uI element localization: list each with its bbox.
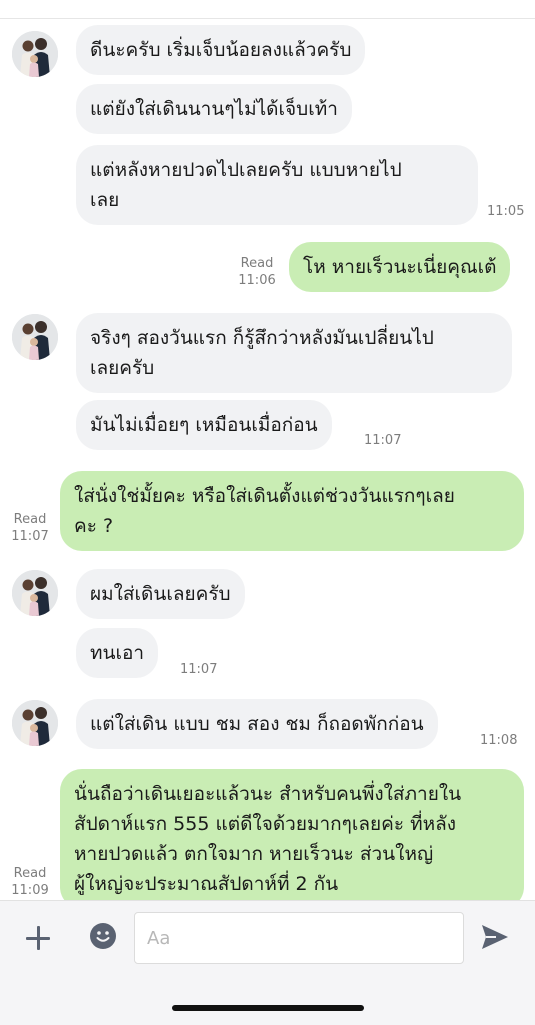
message-time: 11:07 <box>364 433 402 448</box>
outgoing-message[interactable]: ใส่นั่งใช่มั้ยคะ หรือใส่เดินตั้งแต่ช่วงว… <box>60 471 524 551</box>
incoming-message[interactable]: ดีนะครับ เริ่มเจ็บน้อยลงแล้วครับ <box>76 25 366 75</box>
message-time: 11:08 <box>480 733 518 748</box>
outgoing-message[interactable]: โห หายเร็วนะเนี่ยคุณเต้ <box>289 242 511 292</box>
message-text: มันไม่เมื่อยๆ เหมือนเมื่อก่อน <box>90 414 318 436</box>
avatar[interactable] <box>12 31 58 77</box>
message-text: ผมใส่เดินเลยครับ <box>90 583 231 605</box>
message-text-line: นั่นถือว่าเดินเยอะแล้วนะ สำหรับคนพึ่งใส่… <box>74 783 462 805</box>
send-icon[interactable] <box>480 923 510 951</box>
message-text-line: เลยครับ <box>90 357 155 379</box>
message-text: ดีนะครับ เริ่มเจ็บน้อยลงแล้วครับ <box>90 39 352 61</box>
incoming-message[interactable]: มันไม่เมื่อยๆ เหมือนเมื่อก่อน <box>76 400 332 450</box>
read-receipt: Read 11:06 <box>236 255 278 289</box>
plus-icon[interactable] <box>24 924 52 952</box>
message-time: 11:07 <box>180 662 218 677</box>
message-time: 11:09 <box>11 883 49 898</box>
incoming-message[interactable]: แต่หลังหายปวดไปเลยครับ แบบหายไป เลย <box>76 145 478 225</box>
read-receipt: Read 11:07 <box>8 511 52 545</box>
avatar-photo-icon <box>12 31 58 77</box>
message-input[interactable] <box>134 912 464 964</box>
message-text-line: ผู้ใหญ่จะประมาณสัปดาห์ที่ 2 กัน <box>74 873 339 895</box>
emoji-icon[interactable] <box>89 922 117 950</box>
read-label: Read <box>13 866 47 881</box>
message-text: โห หายเร็วนะเนี่ยคุณเต้ <box>303 256 497 278</box>
header-divider <box>0 18 535 19</box>
read-label: Read <box>13 512 47 527</box>
incoming-message[interactable]: แต่ใส่เดิน แบบ ชม สอง ชม ก็ถอดพักก่อน <box>76 699 438 749</box>
message-time: 11:06 <box>238 273 276 288</box>
incoming-message[interactable]: แต่ยังใส่เดินนานๆไม่ได้เจ็บเท้า <box>76 84 352 134</box>
message-text-line: ใส่นั่งใช่มั้ยคะ หรือใส่เดินตั้งแต่ช่วงว… <box>74 485 455 507</box>
incoming-message[interactable]: จริงๆ สองวันแรก ก็รู้สึกว่าหลังมันเปลี่ย… <box>76 313 512 393</box>
outgoing-message[interactable]: นั่นถือว่าเดินเยอะแล้วนะ สำหรับคนพึ่งใส่… <box>60 769 524 909</box>
message-text: ทนเอา <box>90 642 145 664</box>
avatar-photo-icon <box>12 570 58 616</box>
message-text-line: จริงๆ สองวันแรก ก็รู้สึกว่าหลังมันเปลี่ย… <box>90 327 434 349</box>
avatar-photo-icon <box>12 314 58 360</box>
incoming-message[interactable]: ผมใส่เดินเลยครับ <box>76 569 245 619</box>
avatar[interactable] <box>12 314 58 360</box>
incoming-message[interactable]: ทนเอา <box>76 628 159 678</box>
avatar-photo-icon <box>12 700 58 746</box>
message-time: 11:05 <box>487 204 525 219</box>
message-text-line: เลย <box>90 189 120 211</box>
avatar[interactable] <box>12 570 58 616</box>
message-text-line: แต่หลังหายปวดไปเลยครับ แบบหายไป <box>90 159 402 181</box>
home-indicator <box>172 1005 364 1011</box>
message-text: แต่ใส่เดิน แบบ ชม สอง ชม ก็ถอดพักก่อน <box>90 713 424 735</box>
message-text-line: สัปดาห์แรก 555 แต่ดีใจด้วยมากๆเลยค่ะ ที่… <box>74 813 457 835</box>
avatar[interactable] <box>12 700 58 746</box>
message-text-line: หายปวดแล้ว ตกใจมาก หายเร็วนะ ส่วนใหญ่ <box>74 843 434 865</box>
read-label: Read <box>240 256 274 271</box>
read-receipt: Read 11:09 <box>8 865 52 899</box>
message-text-line: คะ ? <box>74 515 114 537</box>
message-text: แต่ยังใส่เดินนานๆไม่ได้เจ็บเท้า <box>90 98 338 120</box>
message-time: 11:07 <box>11 529 49 544</box>
